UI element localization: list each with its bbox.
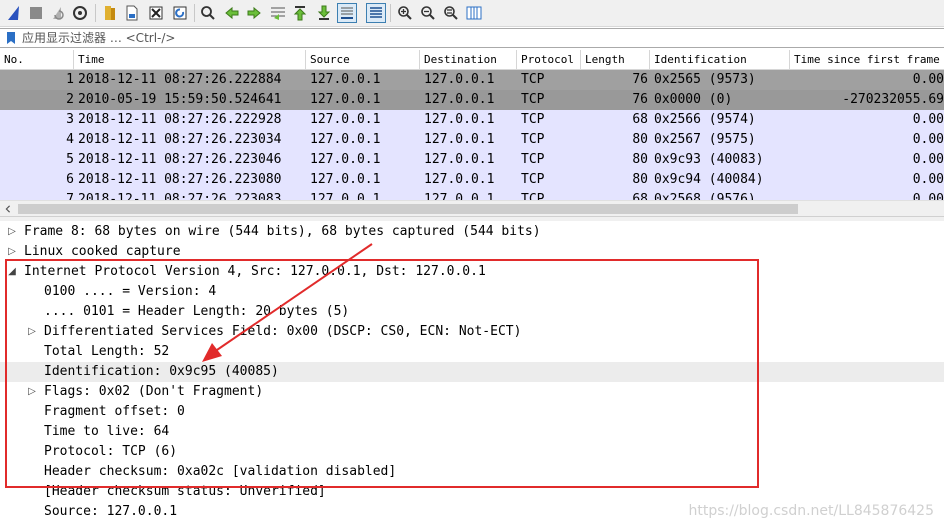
tree-item-protocol[interactable]: Protocol: TCP (6)	[0, 442, 944, 462]
main-toolbar	[0, 0, 944, 27]
table-row[interactable]: 5 2018-12-11 08:27:26.223046 127.0.0.1 1…	[0, 150, 944, 170]
expand-arrow-icon[interactable]: ▷	[26, 322, 38, 342]
zoom-out-icon[interactable]	[418, 3, 438, 23]
tree-item-header-checksum[interactable]: Header checksum: 0xa02c [validation disa…	[0, 462, 944, 482]
expand-arrow-icon[interactable]: ▷	[6, 242, 18, 262]
find-icon[interactable]	[198, 3, 218, 23]
scrollbar-thumb[interactable]	[18, 204, 798, 214]
tree-item-linux-cooked[interactable]: ▷ Linux cooked capture	[0, 242, 944, 262]
tree-item-checksum-status[interactable]: [Header checksum status: Unverified]	[0, 482, 944, 502]
tree-item-flags[interactable]: ▷ Flags: 0x02 (Don't Fragment)	[0, 382, 944, 402]
column-header-length[interactable]: Length	[581, 50, 650, 70]
scroll-left-icon[interactable]	[2, 203, 14, 215]
tree-item-ipv4[interactable]: ◢ Internet Protocol Version 4, Src: 127.…	[0, 262, 944, 282]
zoom-normal-icon[interactable]	[441, 3, 461, 23]
go-back-icon[interactable]	[222, 3, 242, 23]
display-filter-input[interactable]	[22, 29, 622, 47]
expand-arrow-icon[interactable]: ▷	[6, 222, 18, 242]
reload-icon[interactable]	[170, 3, 190, 23]
save-icon[interactable]	[122, 3, 142, 23]
open-file-icon[interactable]	[100, 3, 120, 23]
close-file-icon[interactable]	[146, 3, 166, 23]
table-row[interactable]: 6 2018-12-11 08:27:26.223080 127.0.0.1 1…	[0, 170, 944, 190]
packet-list-header: No. Time Source Destination Protocol Len…	[0, 50, 944, 70]
tree-item-identification[interactable]: Identification: 0x9c95 (40085)	[0, 362, 944, 382]
tree-item-ttl[interactable]: Time to live: 64	[0, 422, 944, 442]
first-packet-icon[interactable]	[290, 3, 310, 23]
zoom-in-icon[interactable]	[395, 3, 415, 23]
packet-list-horizontal-scrollbar[interactable]	[0, 200, 944, 217]
table-row[interactable]: 7 2018-12-11 08:27:26.223083 127.0.0.1 1…	[0, 190, 944, 200]
table-row[interactable]: 1 2018-12-11 08:27:26.222884 127.0.0.1 1…	[0, 70, 944, 90]
table-row[interactable]: 4 2018-12-11 08:27:26.223034 127.0.0.1 1…	[0, 130, 944, 150]
display-filter-bar	[0, 28, 944, 48]
resize-columns-icon[interactable]	[464, 3, 484, 23]
go-forward-icon[interactable]	[244, 3, 264, 23]
bookmark-icon[interactable]	[4, 31, 18, 45]
options-icon[interactable]	[70, 3, 90, 23]
column-header-source[interactable]: Source	[306, 50, 420, 70]
tree-item-fragment-offset[interactable]: Fragment offset: 0	[0, 402, 944, 422]
table-row[interactable]: 3 2018-12-11 08:27:26.222928 127.0.0.1 1…	[0, 110, 944, 130]
tree-item-frame[interactable]: ▷ Frame 8: 68 bytes on wire (544 bits), …	[0, 222, 944, 242]
column-header-time-since-first[interactable]: Time since first frame in	[790, 50, 944, 70]
packet-details-tree: ▷ Frame 8: 68 bytes on wire (544 bits), …	[0, 221, 944, 530]
tree-item-header-length[interactable]: .... 0101 = Header Length: 20 bytes (5)	[0, 302, 944, 322]
go-to-packet-icon[interactable]	[268, 3, 288, 23]
tree-item-dsfield[interactable]: ▷ Differentiated Services Field: 0x00 (D…	[0, 322, 944, 342]
column-header-time[interactable]: Time	[74, 50, 306, 70]
table-row[interactable]: 2 2010-05-19 15:59:50.524641 127.0.0.1 1…	[0, 90, 944, 110]
tree-item-total-length[interactable]: Total Length: 52	[0, 342, 944, 362]
tree-item-version[interactable]: 0100 .... = Version: 4	[0, 282, 944, 302]
restart-icon[interactable]	[48, 3, 68, 23]
column-header-destination[interactable]: Destination	[420, 50, 517, 70]
column-header-no[interactable]: No.	[0, 50, 74, 70]
autoscroll-icon[interactable]	[337, 3, 357, 23]
column-header-protocol[interactable]: Protocol	[517, 50, 581, 70]
colorize-icon[interactable]	[366, 3, 386, 23]
watermark: https://blog.csdn.net/LL845876425	[688, 503, 934, 519]
expand-arrow-icon[interactable]: ▷	[26, 382, 38, 402]
last-packet-icon[interactable]	[314, 3, 334, 23]
column-header-identification[interactable]: Identification	[650, 50, 790, 70]
shark-fin-icon[interactable]	[4, 3, 24, 23]
stop-icon[interactable]	[26, 3, 46, 23]
collapse-arrow-icon[interactable]: ◢	[6, 262, 18, 282]
packet-list: No. Time Source Destination Protocol Len…	[0, 50, 944, 200]
